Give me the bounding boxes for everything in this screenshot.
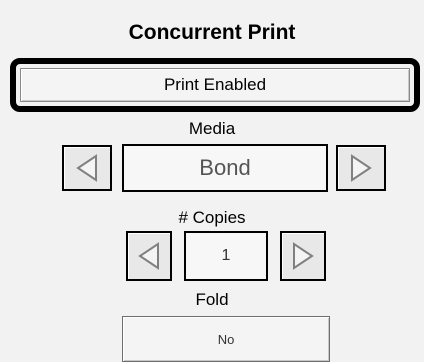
media-label: Media xyxy=(188,119,236,138)
panel-title: Concurrent Print xyxy=(128,21,296,44)
media-value: Bond xyxy=(199,155,251,180)
print-enabled-label: Print Enabled xyxy=(163,75,267,94)
copies-prev-button[interactable] xyxy=(126,231,172,281)
copies-value: 1 xyxy=(221,247,231,264)
right-triangle-icon xyxy=(293,242,314,270)
print-enabled-button[interactable]: Print Enabled xyxy=(20,68,410,102)
copies-next-button[interactable] xyxy=(280,231,326,281)
fold-value: No xyxy=(217,331,235,347)
media-next-button[interactable] xyxy=(336,145,386,191)
copies-label: # Copies xyxy=(178,208,246,227)
print-enabled-focus-frame: Print Enabled xyxy=(10,58,420,112)
copies-value-field[interactable]: 1 xyxy=(184,231,268,281)
right-triangle-icon xyxy=(351,154,372,182)
fold-button[interactable]: No xyxy=(122,316,330,362)
fold-label: Fold xyxy=(195,290,229,309)
left-triangle-icon xyxy=(138,242,159,270)
concurrent-print-panel: Concurrent Print Print Enabled Media Bon… xyxy=(0,0,424,362)
left-triangle-icon xyxy=(76,154,97,182)
media-prev-button[interactable] xyxy=(62,145,112,191)
media-value-field[interactable]: Bond xyxy=(122,144,328,192)
